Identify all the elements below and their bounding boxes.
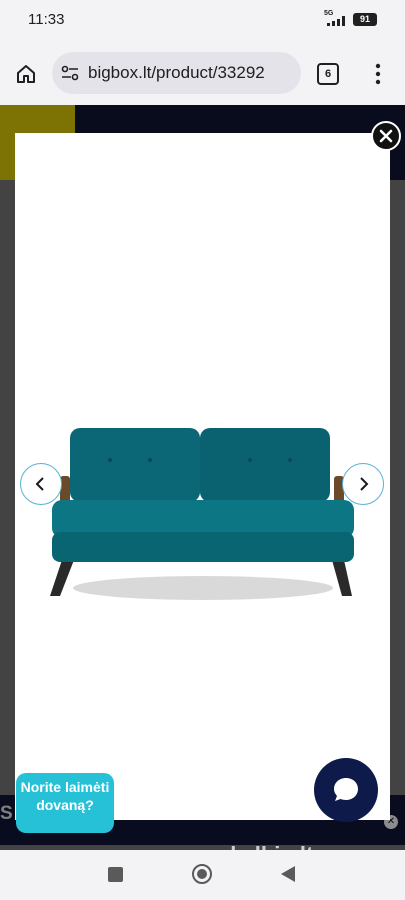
more-menu-icon[interactable] — [372, 62, 384, 86]
chat-button[interactable] — [314, 758, 378, 822]
battery-icon: 91 — [353, 13, 377, 26]
back-icon[interactable] — [281, 866, 295, 882]
next-image-button[interactable] — [342, 463, 384, 505]
close-gallery-button[interactable] — [371, 121, 401, 151]
url-text: bigbox.lt/product/33292 — [88, 63, 265, 82]
prev-image-button[interactable] — [20, 463, 62, 505]
home-icon[interactable] — [14, 62, 38, 86]
close-icon — [379, 129, 393, 143]
status-time: 11:33 — [28, 11, 65, 28]
chat-bubble-icon — [334, 778, 358, 801]
site-settings-icon[interactable] — [60, 63, 80, 83]
chevron-right-icon — [360, 477, 369, 491]
home-nav-icon[interactable] — [192, 864, 212, 884]
signal-icon — [327, 16, 345, 26]
status-bar: 11:33 5G 91 — [0, 0, 405, 40]
recents-icon[interactable] — [108, 867, 123, 882]
address-bar[interactable]: bigbox.lt/product/33292 — [52, 52, 301, 94]
prize-promo-button[interactable]: Norite laimėti dovaną? — [16, 773, 114, 833]
chevron-left-icon — [35, 477, 44, 491]
tab-switcher-button[interactable]: 6 — [317, 63, 339, 85]
browser-toolbar: bigbox.lt/product/33292 6 — [0, 40, 405, 105]
product-image — [50, 428, 354, 600]
system-nav-bar — [0, 850, 405, 900]
